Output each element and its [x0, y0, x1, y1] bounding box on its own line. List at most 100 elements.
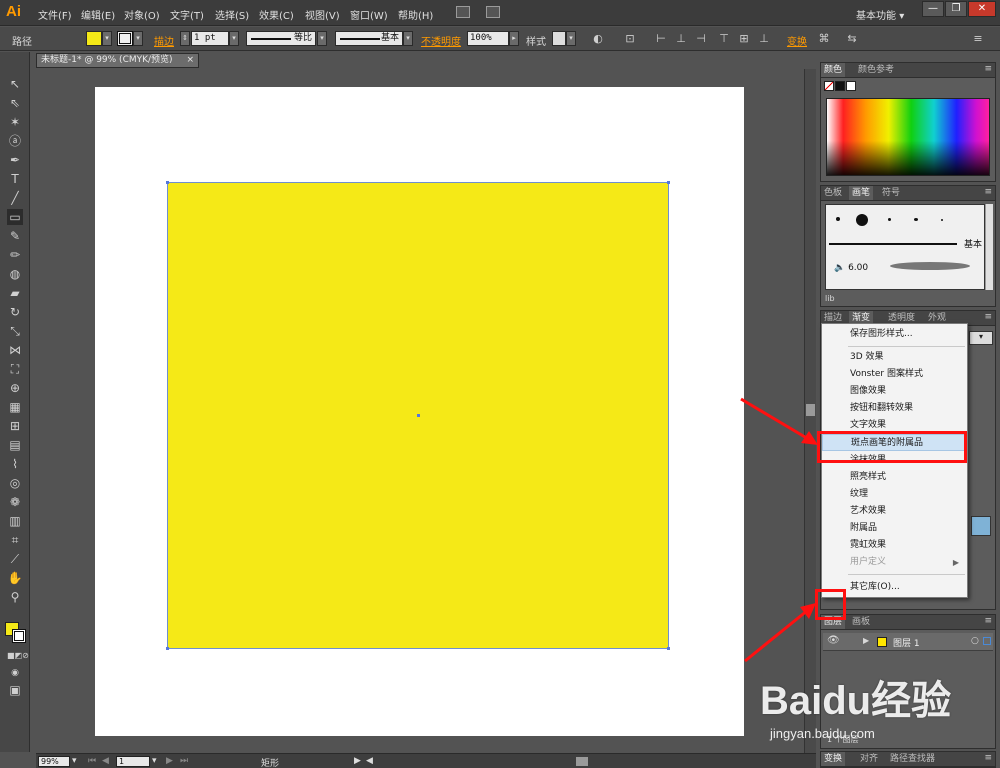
variable-width-profile[interactable]: 等比: [246, 31, 316, 46]
restore-button[interactable]: ❐: [945, 1, 967, 17]
anchor-point[interactable]: [166, 647, 169, 650]
minimize-button[interactable]: —: [922, 1, 944, 17]
blend-tool-icon[interactable]: ◎: [7, 475, 23, 491]
layer-name[interactable]: 图层 1: [893, 636, 920, 649]
panel-menu-icon[interactable]: ≡: [984, 753, 992, 763]
style-dropdown-icon[interactable]: ▾: [566, 31, 576, 46]
brush-preset[interactable]: [836, 217, 840, 221]
stroke-color-swatch[interactable]: [117, 31, 133, 46]
panel-menu-icon[interactable]: ≡: [984, 64, 992, 74]
yellow-rectangle[interactable]: [166, 181, 670, 650]
control-bar-menu-icon[interactable]: ≡: [972, 33, 984, 45]
close-tab-icon[interactable]: ×: [186, 54, 194, 67]
last-page-icon[interactable]: ⏭: [180, 756, 188, 766]
isolate-icon[interactable]: ⌘: [818, 33, 830, 45]
page-dropdown-icon[interactable]: ▾: [152, 756, 157, 766]
transform-link[interactable]: 变换: [787, 33, 807, 48]
align-bottom-icon[interactable]: ⊥: [758, 33, 770, 45]
anchor-point[interactable]: [667, 181, 670, 184]
menu-item-3d-effects[interactable]: 3D 效果: [822, 349, 967, 366]
screen-mode-icon[interactable]: ▣: [7, 682, 23, 698]
stroke-dropdown-icon[interactable]: ▾: [133, 31, 143, 46]
brush-preset[interactable]: [941, 219, 943, 221]
tab-color[interactable]: 颜色: [821, 63, 846, 77]
magic-wand-tool-icon[interactable]: ✶: [7, 114, 23, 130]
brush-list-scrollbar[interactable]: [985, 204, 993, 290]
pen-tool-icon[interactable]: ✒: [7, 152, 23, 168]
first-page-icon[interactable]: ⏮: [88, 756, 96, 766]
page-input[interactable]: 1: [116, 756, 150, 767]
eyedropper-tool-icon[interactable]: ⌇: [7, 456, 23, 472]
opacity-input[interactable]: 100%: [467, 31, 509, 46]
close-button[interactable]: ✕: [968, 1, 996, 17]
arrange-documents-icon[interactable]: [486, 6, 500, 18]
white-swatch[interactable]: [846, 81, 856, 91]
basic-brush-line[interactable]: [829, 243, 957, 245]
layer-row[interactable]: 👁 ▶ 图层 1 ○: [823, 633, 993, 651]
tab-align[interactable]: 对齐: [857, 752, 881, 766]
graphic-style-thumbnail[interactable]: [971, 516, 991, 536]
perspective-grid-tool-icon[interactable]: ▦: [7, 399, 23, 415]
gradient-tool-icon[interactable]: ▤: [7, 437, 23, 453]
pencil-tool-icon[interactable]: ✏: [7, 247, 23, 263]
tab-artboards[interactable]: 画板: [849, 615, 873, 629]
envelope-icon[interactable]: ⇆: [846, 33, 858, 45]
eye-icon[interactable]: 👁: [827, 635, 840, 646]
stroke-weight-dropdown-icon[interactable]: ▾: [229, 31, 239, 46]
tab-pathfinder[interactable]: 路径查找器: [887, 752, 938, 766]
draw-mode-icon[interactable]: ◉: [7, 665, 23, 681]
expand-arrow-icon[interactable]: ▶: [863, 636, 869, 645]
menu-item-button-rollover[interactable]: 按钮和翻转效果: [822, 400, 967, 417]
profile-dropdown-icon[interactable]: ▾: [317, 31, 327, 46]
brush-preset[interactable]: [914, 218, 918, 221]
fill-color-swatch[interactable]: [86, 31, 102, 46]
anchor-point[interactable]: [166, 181, 169, 184]
rectangle-tool-icon[interactable]: ▭: [7, 209, 23, 225]
column-graph-tool-icon[interactable]: ▥: [7, 513, 23, 529]
stroke-color-icon[interactable]: [12, 629, 26, 643]
panel-menu-icon[interactable]: ≡: [984, 616, 992, 626]
menu-item-save-graphic-style[interactable]: 保存图形样式...: [822, 326, 967, 343]
brush-list[interactable]: 基本 🔈 6.00: [825, 204, 985, 290]
menu-view[interactable]: 视图(V): [305, 7, 340, 22]
type-tool-icon[interactable]: T: [7, 171, 23, 187]
menu-help[interactable]: 帮助(H): [398, 7, 433, 22]
hand-tool-icon[interactable]: ✋: [7, 570, 23, 586]
bridge-icon[interactable]: [456, 6, 470, 18]
status-menu-icon[interactable]: ▶: [354, 756, 361, 766]
direct-selection-tool-icon[interactable]: ⇖: [7, 95, 23, 111]
tab-swatches[interactable]: 色板: [821, 186, 845, 200]
artboard[interactable]: [95, 87, 744, 736]
menu-item-neon-effects[interactable]: 霓虹效果: [822, 537, 967, 554]
artboard-tool-icon[interactable]: ⌗: [7, 532, 23, 548]
zoom-input[interactable]: 99%: [38, 756, 70, 767]
anchor-point[interactable]: [667, 647, 670, 650]
mesh-tool-icon[interactable]: ⊞: [7, 418, 23, 434]
slice-tool-icon[interactable]: ⟋: [7, 551, 23, 567]
stroke-link[interactable]: 描边: [154, 33, 174, 48]
align-left-icon[interactable]: ⊢: [655, 33, 667, 45]
selection-indicator[interactable]: [983, 637, 991, 645]
tab-transform[interactable]: 变换: [821, 752, 846, 766]
zoom-tool-icon[interactable]: ⚲: [7, 589, 23, 605]
eraser-tool-icon[interactable]: ▰: [7, 285, 23, 301]
none-swatch-icon[interactable]: [824, 81, 834, 91]
opacity-dropdown-icon[interactable]: ▸: [509, 31, 519, 46]
align-to-icon[interactable]: ⊡: [624, 33, 636, 45]
selection-tool-icon[interactable]: ↖: [7, 76, 23, 92]
tab-color-guide[interactable]: 颜色参考: [855, 63, 897, 77]
rotate-tool-icon[interactable]: ↻: [7, 304, 23, 320]
align-right-icon[interactable]: ⊣: [695, 33, 707, 45]
free-transform-tool-icon[interactable]: ⛶: [7, 361, 23, 377]
line-tool-icon[interactable]: ╱: [7, 190, 23, 206]
brush-dropdown-icon[interactable]: ▾: [403, 31, 413, 46]
color-mode-icons[interactable]: ■◩⊘: [7, 648, 29, 664]
color-spectrum[interactable]: [826, 98, 990, 176]
panel-menu-icon[interactable]: ≡: [984, 187, 992, 197]
target-icon[interactable]: ○: [971, 636, 979, 646]
menu-item-artistic-effects[interactable]: 艺术效果: [822, 503, 967, 520]
opacity-link[interactable]: 不透明度: [421, 33, 461, 48]
stroke-weight-stepper[interactable]: ⇕: [180, 31, 190, 46]
blob-brush-tool-icon[interactable]: ◍: [7, 266, 23, 282]
symbol-sprayer-tool-icon[interactable]: ❁: [7, 494, 23, 510]
